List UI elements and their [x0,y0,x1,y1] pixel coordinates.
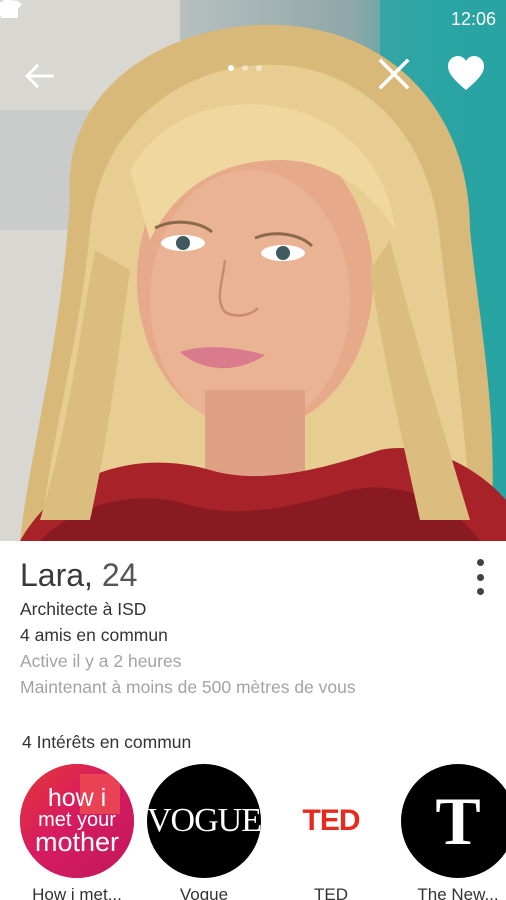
status-bar: 12:06 [0,0,506,38]
pager-dot[interactable] [228,65,234,71]
interest-item[interactable]: VOGUE Vogue [147,764,261,900]
close-icon [378,58,410,90]
interest-label: Vogue [179,885,229,900]
profile-age: 24 [101,557,138,593]
vogue-logo-text: VOGUE [147,802,261,839]
ted-logo-text: TED [302,804,361,837]
himym-logo-text: mother [34,826,120,857]
himym-logo: how i met your mother [20,764,134,878]
photo-toolbar [0,50,506,100]
profile-job: Architecte à ISD [20,599,147,619]
mutual-friends[interactable]: 4 amis en commun [20,625,168,646]
more-vert-icon [476,559,484,566]
profile-name: Lara, [20,557,93,593]
last-active: Active il y a 2 heures [20,651,182,671]
profile-info: Lara, 24 Architecte à ISD 4 amis en comm… [0,541,506,900]
interest-item[interactable]: TED TED [274,764,388,900]
profile-name-row: Lara, 24 [20,557,137,594]
interest-item[interactable]: T The New... [401,764,506,900]
pager-dot[interactable] [256,65,262,71]
more-vert-icon [476,588,484,595]
back-button[interactable] [22,58,58,94]
vogue-logo: VOGUE [147,764,261,878]
interest-label: The New... [417,885,499,900]
like-button[interactable] [447,56,485,92]
pager-dot[interactable] [242,65,248,71]
himym-logo-text: how i [47,783,107,812]
battery-icon [0,0,12,16]
photo-pager [228,65,262,71]
distance: Maintenant à moins de 500 mètres de vous [20,677,356,697]
interests-title: 4 Intérêts en commun [22,732,192,752]
status-time: 12:06 [450,8,496,29]
ted-logo: TED [274,764,388,878]
arrow-left-icon [24,63,54,89]
interest-label: TED [314,885,348,900]
dislike-button[interactable] [376,56,412,92]
interests-list: how i met your mother How i met... VOGUE… [20,764,506,900]
interest-label: How i met... [32,885,122,900]
more-options-button[interactable] [468,559,492,595]
heart-icon [448,56,484,90]
nyt-logo-text: T [435,782,481,859]
more-vert-icon [476,573,484,581]
profile-photo[interactable]: 12:06 [0,0,506,541]
nyt-logo: T [401,764,506,878]
interest-item[interactable]: how i met your mother How i met... [20,764,134,900]
